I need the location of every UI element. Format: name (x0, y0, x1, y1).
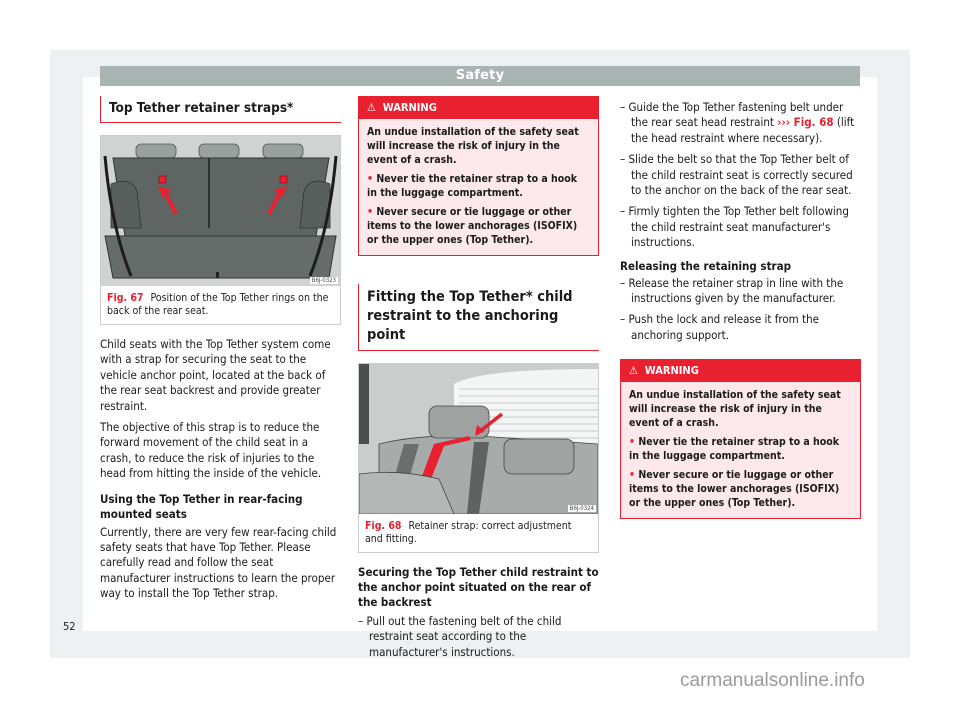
figure-code: B6J-0324 (567, 505, 596, 512)
paragraph: Currently, there are very few rear-facin… (100, 524, 337, 601)
watermark: carmanualsonline.info (680, 670, 865, 691)
warning-body: An undue installation of the safety seat… (359, 119, 598, 255)
section-title: Top Tether retainer straps* (100, 96, 341, 123)
column-1: Top Tether retainer straps* B6J-0323 Fig… (100, 96, 341, 602)
column-3: – Guide the Top Tether fastening belt un… (620, 100, 861, 520)
bullet-icon: • (629, 469, 636, 482)
figure-67: B6J-0323 Fig. 67 Position of the Top Tet… (100, 135, 341, 325)
warning-box: ⚠ WARNING An undue installation of the s… (358, 96, 599, 256)
warning-triangle-icon: ⚠ (367, 101, 376, 114)
subheading: Securing the Top Tether child restraint … (358, 565, 599, 609)
instruction-step: – Guide the Top Tether fastening belt un… (620, 100, 855, 145)
warning-intro: An undue installation of the safety seat… (629, 389, 841, 430)
figure-caption: Fig. 67 Position of the Top Tether rings… (101, 286, 340, 324)
warning-header: ⚠ WARNING (359, 97, 598, 119)
figure-link[interactable]: ››› Fig. 68 (777, 115, 833, 129)
page-number: 52 (63, 620, 76, 633)
subheading: Releasing the retaining strap (620, 258, 792, 273)
instruction-step: – Firmly tighten the Top Tether belt fol… (620, 204, 849, 250)
paragraph: Child seats with the Top Tether system c… (100, 337, 331, 413)
luggage-compartment-illustration (101, 136, 340, 286)
column-2: ⚠ WARNING An undue installation of the s… (358, 96, 599, 660)
figure-image: B6J-0324 (359, 364, 598, 514)
warning-intro: An undue installation of the safety seat… (367, 126, 579, 166)
figure-number: Fig. 67 (107, 292, 144, 304)
warning-header: ⚠ WARNING (621, 360, 860, 383)
instruction-step: – Release the retainer strap in line wit… (620, 275, 844, 306)
warning-box: ⚠ WARNING An undue installation of the s… (620, 359, 861, 520)
rear-seat-illustration (359, 364, 598, 514)
section-title: Fitting the Top Tether* child restraint … (358, 284, 599, 351)
warning-item: • Never secure or tie luggage or other i… (367, 206, 578, 246)
instruction-step: – Pull out the fastening belt of the chi… (358, 614, 562, 659)
instruction-step: – Slide the belt so that the Top Tether … (620, 152, 853, 198)
warning-item: • Never tie the retainer strap to a hook… (629, 436, 839, 463)
paragraph: The objective of this strap is to reduce… (100, 420, 322, 481)
figure-number: Fig. 68 (365, 520, 402, 532)
figure-caption: Fig. 68 Retainer strap: correct adjustme… (359, 514, 598, 552)
warning-body: An undue installation of the safety seat… (621, 382, 860, 518)
warning-label: WARNING (644, 364, 699, 378)
warning-triangle-icon: ⚠ (629, 364, 638, 378)
section-header: Safety (100, 66, 860, 86)
figure-code: B6J-0323 (309, 277, 338, 284)
bullet-icon: • (367, 173, 374, 185)
warning-label: WARNING (382, 101, 437, 114)
warning-item: • Never tie the retainer strap to a hook… (367, 173, 577, 199)
figure-68: B6J-0324 Fig. 68 Retainer strap: correct… (358, 363, 599, 553)
figure-image: B6J-0323 (101, 136, 340, 286)
warning-item: • Never secure or tie luggage or other i… (629, 469, 840, 510)
bullet-icon: • (367, 206, 374, 218)
instruction-step: – Push the lock and release it from the … (620, 312, 819, 342)
bullet-icon: • (629, 436, 636, 449)
subheading: Using the Top Tether in rear-facing moun… (100, 491, 303, 521)
